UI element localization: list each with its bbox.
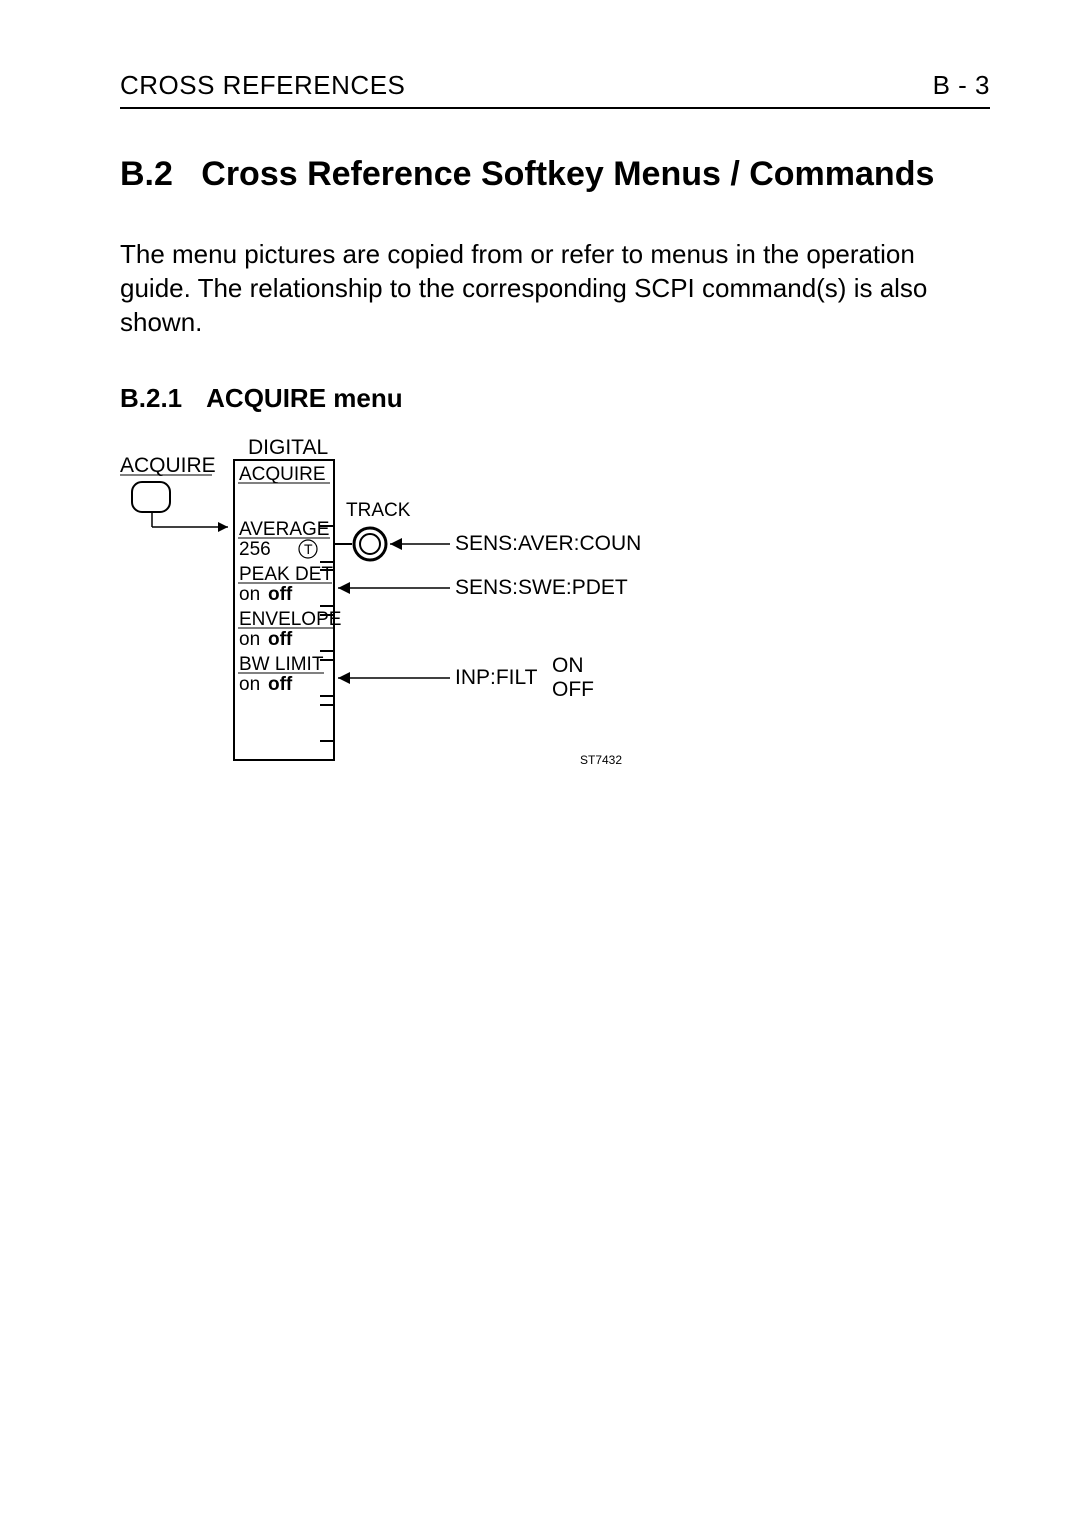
subsection-heading: B.2.1 ACQUIRE menu xyxy=(120,383,990,414)
cmd-avg: SENS:AVER:COUN xyxy=(455,532,641,555)
header-rule xyxy=(120,107,990,109)
cmd-filt: INP:FILT xyxy=(455,666,538,689)
page-header-right: B - 3 xyxy=(933,70,990,101)
softkey-envelope-on: on xyxy=(239,629,260,650)
section-title: Cross Reference Softkey Menus / Commands xyxy=(201,155,934,193)
softkey-bwlimit-off: off xyxy=(268,674,293,695)
intro-paragraph: The menu pictures are copied from or ref… xyxy=(120,238,990,339)
softkey-peakdet-off: off xyxy=(268,584,293,605)
cmd-pdet: SENS:SWE:PDET xyxy=(455,576,628,599)
softkey-peakdet-on: on xyxy=(239,584,260,605)
diagram-id: ST7432 xyxy=(580,753,622,767)
softkey-envelope-off: off xyxy=(268,629,293,650)
acquire-diagram: ACQUIRE DIGITAL ACQUIRE AVERAGE 256 T xyxy=(120,432,990,792)
softkey-average-label: AVERAGE xyxy=(239,519,329,540)
subsection-number: B.2.1 xyxy=(120,383,182,413)
cmd-filt-off: OFF xyxy=(552,678,594,701)
track-indicator-letter: T xyxy=(304,541,313,557)
softkey-bwlimit-label: BW LIMIT xyxy=(239,654,324,675)
section-heading: B.2 Cross Reference Softkey Menus / Comm… xyxy=(120,155,990,194)
arrow-right-icon xyxy=(218,522,228,532)
softkey-peakdet-label: PEAK DET xyxy=(239,564,333,585)
track-label: TRACK xyxy=(346,500,411,521)
subsection-title: ACQUIRE menu xyxy=(206,383,402,413)
hw-button-label: ACQUIRE xyxy=(120,454,216,477)
menu-heading: DIGITAL xyxy=(248,436,328,459)
softkey-bwlimit-on: on xyxy=(239,674,260,695)
cmd-filt-on: ON xyxy=(552,654,584,677)
page-header-left: CROSS REFERENCES xyxy=(120,70,405,101)
arrow-left-icon xyxy=(390,538,402,550)
hw-button-icon xyxy=(132,482,170,512)
softkey-envelope-label: ENVELOPE xyxy=(239,609,341,630)
track-knob-icon xyxy=(354,528,386,560)
softkey-average-value: 256 xyxy=(239,539,271,560)
section-number: B.2 xyxy=(120,155,173,193)
menu-title: ACQUIRE xyxy=(239,464,326,485)
